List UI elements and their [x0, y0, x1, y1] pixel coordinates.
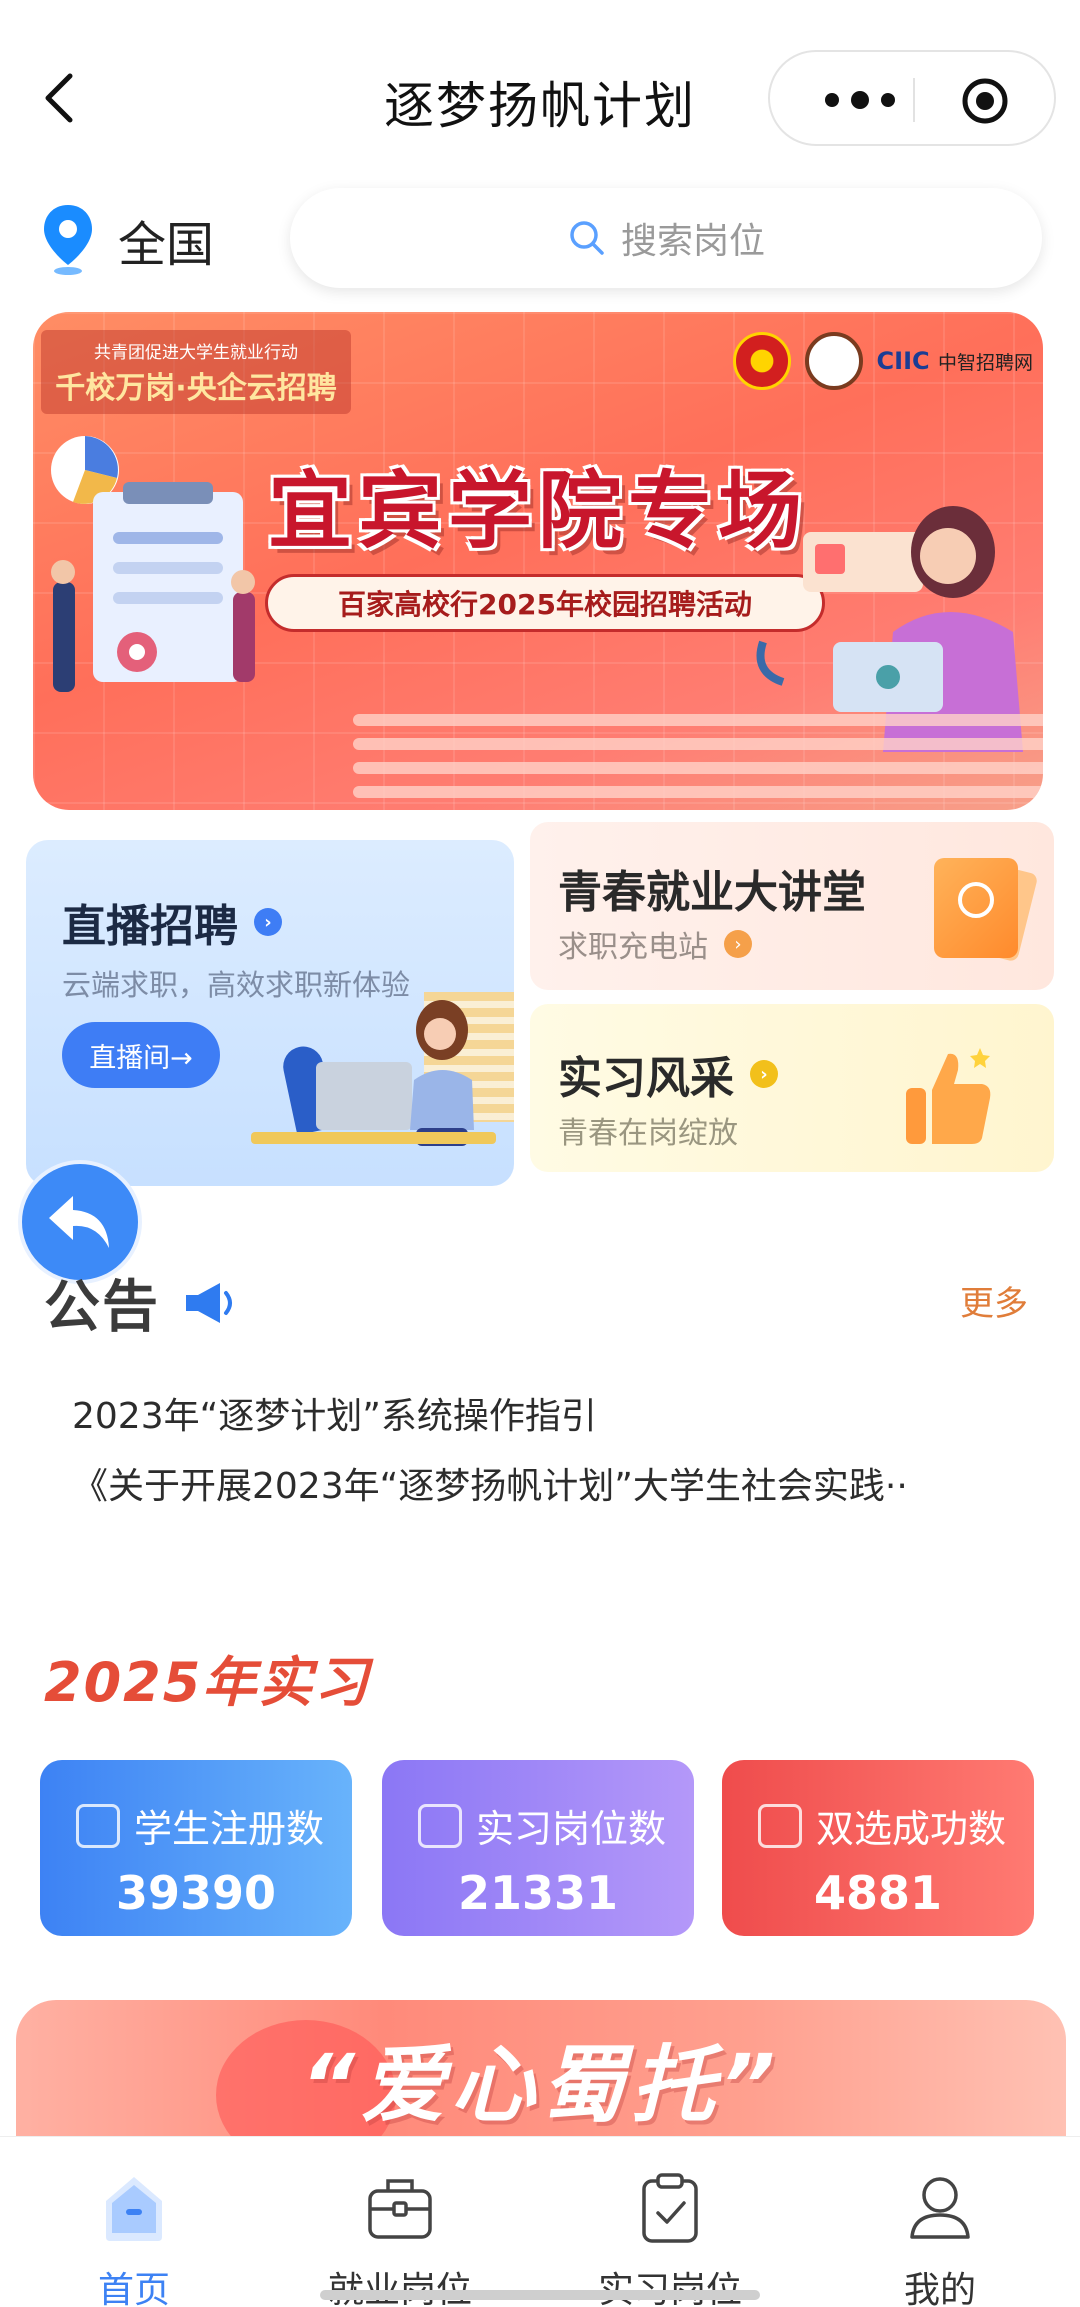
home-indicator: [320, 2290, 760, 2300]
stat-card-internship-positions[interactable]: 实习岗位数 21331: [382, 1760, 694, 1936]
youth-league-logo: [732, 332, 791, 390]
capsule-divider: [913, 78, 915, 122]
university-seal-logo: [804, 332, 863, 390]
tab-label: 首页: [97, 2270, 170, 2307]
stat-label-row: 学生注册数: [76, 1798, 324, 1853]
home-icon: [106, 2177, 162, 2241]
notice-list: 2023年“逐梦计划”系统操作指引 《关于开展2023年“逐梦扬帆计划”大学生社…: [72, 1382, 1032, 1522]
stat-value: 21331: [457, 1866, 619, 1920]
stat-label: 实习岗位数: [476, 1807, 667, 1851]
stat-label-row: 实习岗位数: [418, 1798, 666, 1853]
search-box[interactable]: 搜索岗位: [290, 188, 1042, 288]
intern-card-heading: 实习风采 ›: [558, 1042, 778, 1106]
clipboard-illustration: [51, 436, 255, 692]
title-bar: 逐梦扬帆计划: [0, 0, 1080, 190]
id-card-icon: [758, 1803, 802, 1848]
return-arrow-icon: [49, 1196, 109, 1248]
megaphone-icon: [186, 1282, 232, 1323]
banner-tagline-big: 千校万岗·央企云招聘: [55, 371, 337, 406]
tab-label: 实习岗位: [597, 2270, 742, 2307]
promo-text: “爱心蜀托”: [300, 2036, 782, 2134]
search-placeholder: 搜索岗位: [620, 221, 765, 262]
lecture-card-title: 青春就业大讲堂: [558, 867, 866, 918]
location-pin-icon: [44, 205, 92, 275]
live-card-subtitle: 云端求职，高效求职新体验: [62, 968, 411, 1002]
clipboard-check-icon: [642, 2173, 698, 2243]
stat-card-successful-matches[interactable]: 双选成功数 4881: [722, 1760, 1034, 1936]
notice-item[interactable]: 2023年“逐梦计划”系统操作指引: [72, 1382, 1032, 1452]
tab-jobs[interactable]: 就业岗位: [290, 2167, 510, 2307]
notice-more-link[interactable]: 更多: [960, 1276, 1028, 1325]
close-target-icon[interactable]: [960, 76, 1010, 126]
stat-value: 4881: [813, 1866, 943, 1920]
ciic-logo-text: 中智招聘网: [937, 352, 1033, 374]
medal-icon: [958, 882, 994, 918]
youth-employment-lecture-card[interactable]: 青春就业大讲堂 求职充电站 ›: [530, 822, 1054, 990]
bottom-tab-bar: 首页 就业岗位 实习岗位 我的: [0, 2136, 1080, 2307]
chevron-right-icon: ›: [750, 1060, 778, 1088]
laptop-illustration: [316, 1062, 412, 1130]
recruiter-illustration: [756, 506, 1023, 752]
more-dots-icon[interactable]: [810, 82, 910, 118]
internship-showcase-card[interactable]: 实习风采 › 青春在岗绽放: [530, 1004, 1054, 1172]
live-room-button[interactable]: 直播间→: [62, 1022, 220, 1088]
notice-item[interactable]: 《关于开展2023年“逐梦扬帆计划”大学生社会实践··: [72, 1452, 1032, 1522]
stat-label: 双选成功数: [816, 1807, 1007, 1851]
location-selector[interactable]: 全国: [40, 200, 214, 280]
user-profile-icon: [910, 2177, 970, 2239]
live-recruitment-card[interactable]: 直播招聘 › 云端求职，高效求职新体验 直播间→: [26, 840, 514, 1186]
lecture-card-subtitle-row: 求职充电站 ›: [558, 922, 752, 966]
thumbs-up-icon: [906, 1048, 991, 1144]
stat-value: 39390: [115, 1866, 277, 1920]
ciic-logo: CIIC 中智招聘网: [877, 347, 1033, 375]
location-label: 全国: [118, 217, 215, 273]
live-card-heading: 直播招聘 ›: [62, 890, 282, 954]
chevron-right-icon: ›: [254, 908, 282, 936]
stat-card-student-registrations[interactable]: 学生注册数 39390: [40, 1760, 352, 1936]
desk-illustration: [251, 1132, 496, 1144]
ciic-logo-brand: CIIC: [876, 347, 930, 375]
mini-program-capsule: [768, 50, 1056, 146]
search-icon: [570, 221, 604, 255]
briefcase-icon: [368, 2179, 432, 2239]
woman-at-desk-illustration: [410, 1000, 474, 1146]
banner-tagline-small: 共青团促进大学生就业行动: [94, 343, 298, 363]
notice-title-text: 公告: [44, 1275, 160, 1340]
chevron-right-icon: ›: [724, 930, 752, 958]
tab-home[interactable]: 首页: [24, 2167, 244, 2307]
banner-tagline: 共青团促进大学生就业行动 千校万岗·央企云招聘: [41, 330, 351, 414]
document-icon: [418, 1803, 462, 1848]
stat-label: 学生注册数: [134, 1807, 325, 1851]
tab-internships[interactable]: 实习岗位: [560, 2167, 780, 2307]
lecture-card-subtitle: 求职充电站: [558, 930, 708, 965]
banner-logos: CIIC 中智招聘网: [732, 332, 1033, 390]
notice-section-title: 公告: [44, 1262, 238, 1343]
campus-recruitment-banner[interactable]: 共青团促进大学生就业行动 千校万岗·央企云招聘 CIIC 中智招聘网 宜宾学院专…: [33, 312, 1043, 810]
intern-card-subtitle: 青春在岗绽放: [558, 1116, 738, 1151]
stat-label-row: 双选成功数: [758, 1798, 1006, 1853]
banner-stripes: [353, 714, 1043, 810]
banner-subtitle: 百家高校行2025年校园招聘活动: [338, 588, 752, 621]
tab-profile[interactable]: 我的: [830, 2167, 1050, 2307]
banner-subtitle-pill: 百家高校行2025年校园招聘活动: [265, 574, 825, 632]
certificate-icon: [934, 858, 1018, 958]
live-card-title: 直播招聘: [62, 901, 238, 952]
registration-icon: [76, 1803, 120, 1848]
stats-section-title: 2025年实习: [44, 1651, 371, 1714]
tab-label: 就业岗位: [327, 2270, 472, 2307]
tab-label: 我的: [903, 2270, 976, 2307]
intern-card-title: 实习风采: [558, 1053, 734, 1104]
